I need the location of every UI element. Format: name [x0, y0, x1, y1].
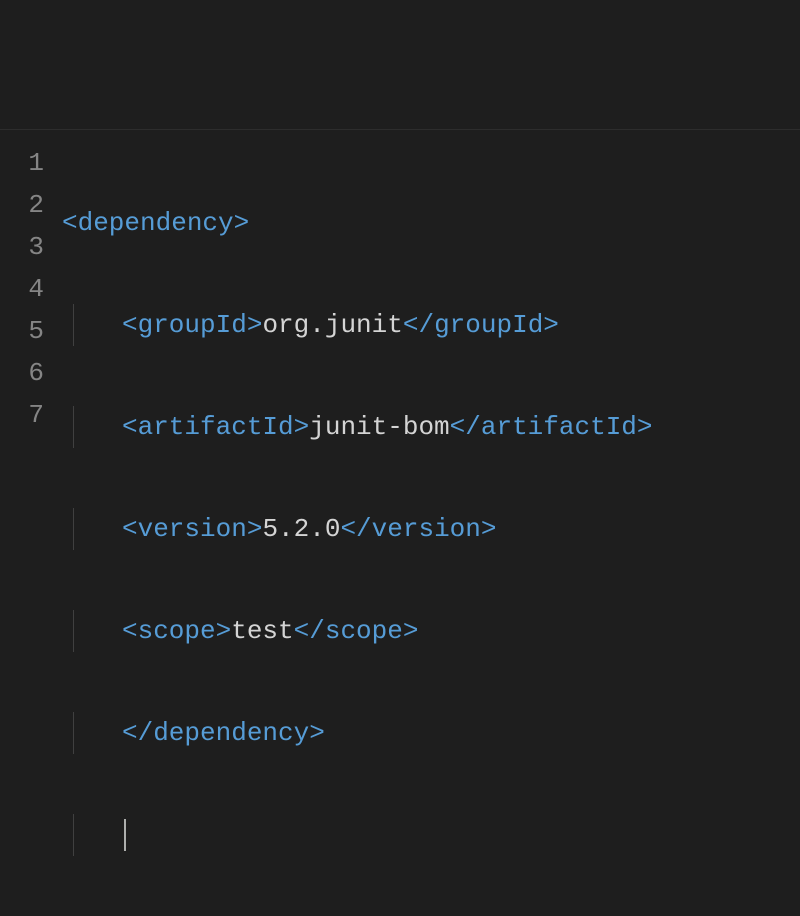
- code-content[interactable]: <dependency> <groupId>org.junit</groupId…: [62, 130, 800, 600]
- editor-top-spacer: [0, 0, 800, 130]
- indent-guide: [73, 814, 74, 856]
- xml-tag: </dependency>: [122, 718, 325, 748]
- xml-tag: <scope>: [122, 616, 231, 646]
- line-number-gutter: 1 2 3 4 5 6 7: [0, 130, 62, 600]
- indent-guide: [73, 508, 74, 550]
- line-number: 1: [0, 142, 44, 184]
- xml-text: junit-bom: [309, 412, 449, 442]
- xml-tag: </groupId>: [403, 310, 559, 340]
- xml-tag: <groupId>: [122, 310, 262, 340]
- code-line[interactable]: <scope>test</scope>: [62, 610, 800, 652]
- line-number: 6: [0, 352, 44, 394]
- xml-text: 5.2.0: [262, 514, 340, 544]
- code-line[interactable]: <dependency>: [62, 202, 800, 244]
- xml-tag: </version>: [340, 514, 496, 544]
- line-number: 4: [0, 268, 44, 310]
- code-editor[interactable]: 1 2 3 4 5 6 7 <dependency> <groupId>org.…: [0, 130, 800, 600]
- indent-guide: [73, 406, 74, 448]
- xml-text: org.junit: [262, 310, 402, 340]
- line-number: 5: [0, 310, 44, 352]
- code-line[interactable]: </dependency>: [62, 712, 800, 754]
- line-number: 7: [0, 394, 44, 436]
- code-line[interactable]: [62, 814, 800, 856]
- xml-text: test: [231, 616, 293, 646]
- xml-tag: <version>: [122, 514, 262, 544]
- code-line[interactable]: <groupId>org.junit</groupId>: [62, 304, 800, 346]
- indent-guide: [73, 712, 74, 754]
- xml-tag: </artifactId>: [450, 412, 653, 442]
- xml-tag: <artifactId>: [122, 412, 309, 442]
- xml-tag: <dependency>: [62, 208, 249, 238]
- xml-tag: </scope>: [294, 616, 419, 646]
- text-cursor: [124, 819, 126, 851]
- line-number: 2: [0, 184, 44, 226]
- code-line[interactable]: <artifactId>junit-bom</artifactId>: [62, 406, 800, 448]
- indent-guide: [73, 304, 74, 346]
- indent-guide: [73, 610, 74, 652]
- code-line[interactable]: <version>5.2.0</version>: [62, 508, 800, 550]
- line-number: 3: [0, 226, 44, 268]
